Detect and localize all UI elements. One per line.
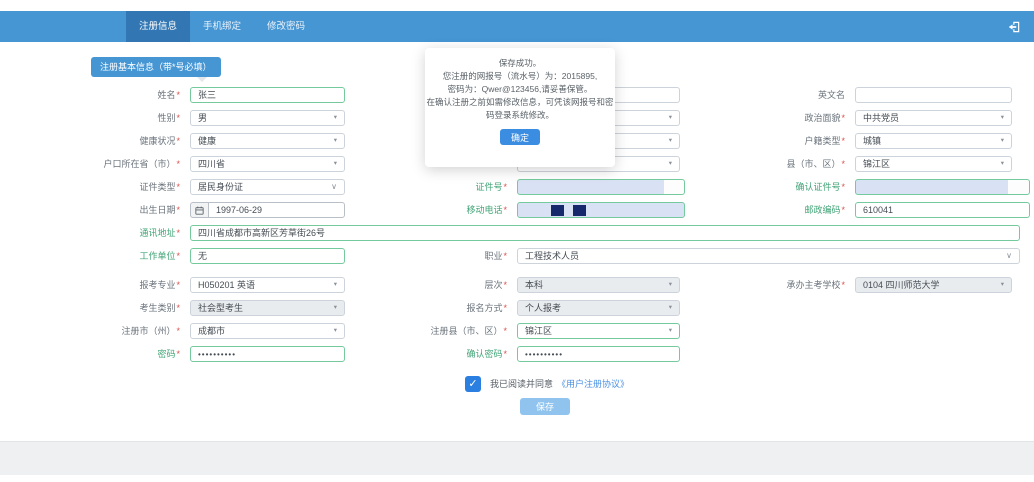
candidate-type-label: 考生类别* — [85, 300, 190, 316]
occupation-label: 职业* — [345, 248, 517, 264]
county-label: 县（市、区）* — [680, 156, 855, 172]
dropdown-arrow-icon: ▾ — [334, 157, 337, 171]
dropdown-arrow-icon: ∨ — [1006, 249, 1012, 263]
province-select[interactable]: 四川省▾ — [190, 156, 345, 172]
dropdown-arrow-icon: ▾ — [1001, 134, 1004, 148]
confirm-button[interactable]: 确定 — [500, 129, 540, 145]
modal-message-line: 保存成功。 — [425, 57, 615, 70]
password-label: 密码* — [85, 346, 190, 362]
dropdown-arrow-icon: ▾ — [1001, 157, 1004, 171]
name-label: 姓名* — [85, 87, 190, 103]
id-type-label: 证件类型* — [85, 179, 190, 195]
occupation-select[interactable]: 工程技术人员∨ — [517, 248, 1020, 264]
host-school-label: 承办主考学校* — [680, 277, 855, 293]
save-success-modal: 保存成功。 您注册的网报号（流水号）为：2015895, 密码为：Qwer@12… — [425, 48, 615, 167]
dropdown-arrow-icon: ▾ — [334, 324, 337, 338]
address-label: 通讯地址* — [85, 225, 190, 241]
confirm-password-input[interactable]: •••••••••• — [517, 346, 680, 362]
tab-register-info[interactable]: 注册信息 — [126, 11, 190, 42]
address-input[interactable]: 四川省成都市高新区芳草街26号 — [190, 225, 1020, 241]
save-button[interactable]: 保存 — [520, 398, 570, 415]
calendar-icon[interactable] — [190, 202, 208, 218]
reg-city-select[interactable]: 成都市▾ — [190, 323, 345, 339]
id-confirm-input[interactable] — [855, 179, 1030, 195]
dropdown-arrow-icon: ▾ — [334, 134, 337, 148]
county-select[interactable]: 锦江区▾ — [855, 156, 1012, 172]
nav-tabs: 注册信息 手机绑定 修改密码 — [126, 11, 318, 42]
tab-phone-binding[interactable]: 手机绑定 — [190, 11, 254, 42]
dropdown-arrow-icon: ▾ — [669, 134, 672, 148]
work-unit-input[interactable]: 无 — [190, 248, 345, 264]
household-type-select[interactable]: 城镇▾ — [855, 133, 1012, 149]
dropdown-arrow-icon: ▾ — [669, 301, 672, 315]
province-label: 户口所在省（市）* — [85, 156, 190, 172]
english-name-input[interactable] — [855, 87, 1012, 103]
mobile-input[interactable] — [517, 202, 685, 218]
reg-city-label: 注册市（州）* — [85, 323, 190, 339]
gender-select[interactable]: 男▾ — [190, 110, 345, 126]
birth-date-input[interactable]: 1997-06-29 — [208, 202, 345, 218]
household-type-label: 户籍类型* — [680, 133, 855, 149]
dropdown-arrow-icon: ▾ — [1001, 278, 1004, 292]
dropdown-arrow-icon: ∨ — [331, 180, 337, 194]
health-select[interactable]: 健康▾ — [190, 133, 345, 149]
english-name-label: 英文名 — [680, 87, 855, 103]
postal-code-input[interactable]: 610041 — [855, 202, 1030, 218]
political-status-select[interactable]: 中共党员▾ — [855, 110, 1012, 126]
modal-message-line: 密码为：Qwer@123456,请妥善保管。 — [425, 83, 615, 96]
modal-message-line: 码登录系统修改。 — [425, 109, 615, 122]
major-label: 报考专业* — [85, 277, 190, 293]
dropdown-arrow-icon: ▾ — [334, 301, 337, 315]
apply-method-label: 报名方式* — [345, 300, 517, 316]
agreement-text: 我已阅读并同意 — [490, 377, 553, 390]
dropdown-arrow-icon: ▾ — [669, 157, 672, 171]
agreement-checkbox[interactable]: ✓ — [465, 376, 481, 392]
section-badge: 注册基本信息（带*号必填） — [91, 57, 221, 77]
apply-method-select[interactable]: 个人报考▾ — [517, 300, 680, 316]
tab-change-password[interactable]: 修改密码 — [254, 11, 318, 42]
agreement-link[interactable]: 《用户注册协议》 — [557, 377, 629, 390]
reg-county-label: 注册县（市、区）* — [345, 323, 517, 339]
logout-icon[interactable] — [1008, 11, 1034, 42]
postal-code-label: 邮政编码* — [680, 202, 855, 218]
work-unit-label: 工作单位* — [85, 248, 190, 264]
badge-tail-icon — [197, 77, 207, 82]
level-label: 层次* — [345, 277, 517, 293]
id-confirm-label: 确认证件号* — [680, 179, 855, 195]
major-select[interactable]: H050201 英语▾ — [190, 277, 345, 293]
registration-page: 注册信息 手机绑定 修改密码 注册基本信息（带*号必填） 姓名* 张三 — [0, 0, 1034, 482]
id-number-input[interactable] — [517, 179, 685, 195]
dropdown-arrow-icon: ▾ — [1001, 111, 1004, 125]
candidate-type-select[interactable]: 社会型考生▾ — [190, 300, 345, 316]
id-type-select[interactable]: 居民身份证∨ — [190, 179, 345, 195]
confirm-password-label: 确认密码* — [345, 346, 517, 362]
modal-message-line: 您注册的网报号（流水号）为：2015895, — [425, 70, 615, 83]
dropdown-arrow-icon: ▾ — [334, 278, 337, 292]
name-input[interactable]: 张三 — [190, 87, 345, 103]
health-label: 健康状况* — [85, 133, 190, 149]
top-navbar: 注册信息 手机绑定 修改密码 — [0, 11, 1034, 42]
dropdown-arrow-icon: ▾ — [669, 111, 672, 125]
level-select[interactable]: 本科▾ — [517, 277, 680, 293]
gender-label: 性别* — [85, 110, 190, 126]
reg-county-select[interactable]: 锦江区▾ — [517, 323, 680, 339]
dropdown-arrow-icon: ▾ — [669, 324, 672, 338]
redacted-block — [573, 205, 586, 216]
footer-band — [0, 441, 1034, 475]
dropdown-arrow-icon: ▾ — [669, 278, 672, 292]
id-number-label: 证件号* — [345, 179, 517, 195]
host-school-select[interactable]: 0104 四川师范大学▾ — [855, 277, 1012, 293]
mobile-label: 移动电话* — [345, 202, 517, 218]
birth-date-label: 出生日期* — [85, 202, 190, 218]
modal-message-line: 在确认注册之前如需修改信息，可凭该网报号和密 — [425, 96, 615, 109]
redacted-block — [551, 205, 564, 216]
password-input[interactable]: •••••••••• — [190, 346, 345, 362]
political-status-label: 政治面貌* — [680, 110, 855, 126]
dropdown-arrow-icon: ▾ — [334, 111, 337, 125]
